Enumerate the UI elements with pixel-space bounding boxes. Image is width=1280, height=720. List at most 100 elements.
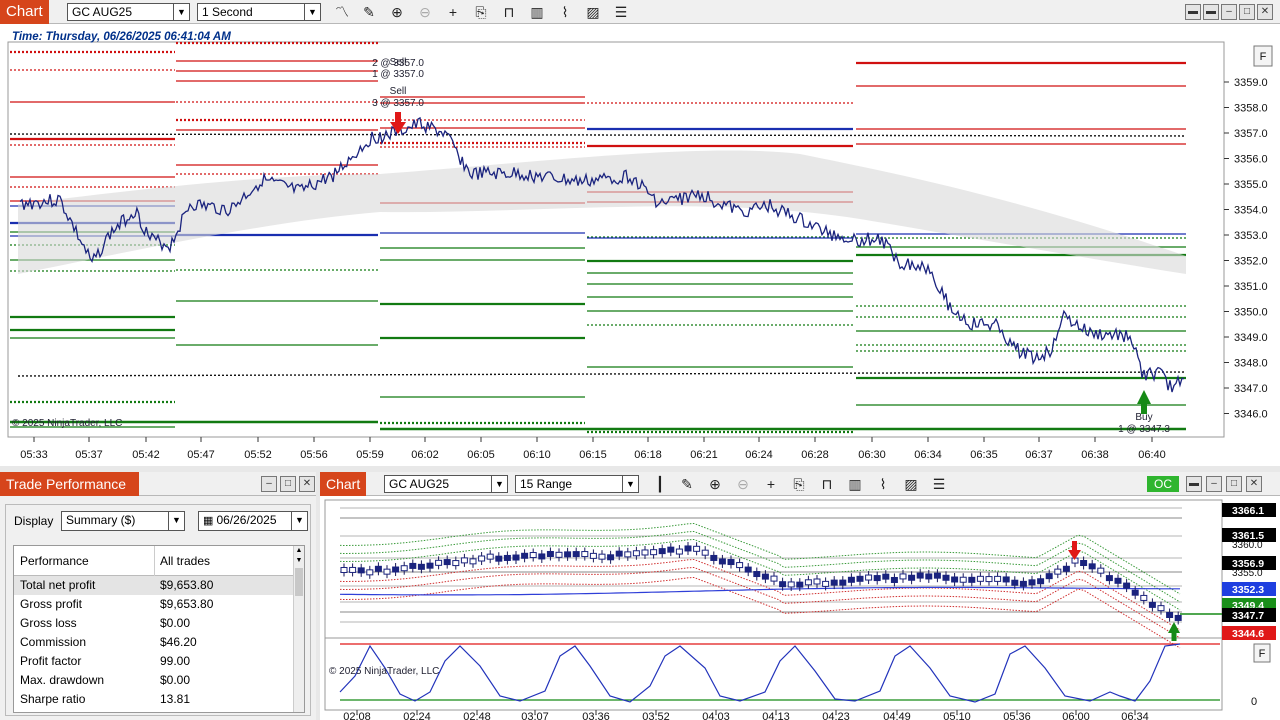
chart-style-icon[interactable]: 〽 <box>333 3 351 21</box>
chart-type-icon[interactable]: ⊓ <box>818 475 836 493</box>
candle-down <box>1131 589 1139 596</box>
trade-performance-window: Trade Performance – □ ✕ Display Summary … <box>0 472 316 720</box>
table-row[interactable]: Profit factor 99.00 <box>14 652 294 671</box>
minimize-button[interactable]: – <box>1221 4 1237 20</box>
candle-down <box>744 566 752 573</box>
col-performance[interactable]: Performance <box>20 554 89 568</box>
scroll-up-icon[interactable]: ▲ <box>294 546 304 556</box>
price-tick-label: 3350.0 <box>1234 307 1268 319</box>
time-tick-label: 06:18 <box>634 449 662 461</box>
time-tick-label: 05:52 <box>244 449 272 461</box>
price-tick-label: 3354.0 <box>1234 205 1268 217</box>
table-row[interactable]: Max. drawdown $0.00 <box>14 671 294 690</box>
date-picker[interactable]: ▦ 06/26/2025 ▼ <box>198 511 308 531</box>
scroll-down-icon[interactable]: ▼ <box>294 556 304 566</box>
close-button[interactable]: ✕ <box>1257 4 1273 20</box>
crosshair-icon[interactable]: + <box>444 3 462 21</box>
top-interval-select[interactable]: 1 Second ▼ <box>197 3 321 21</box>
tile-button[interactable]: ▬ <box>1185 4 1201 20</box>
scroll-thumb[interactable] <box>295 568 303 596</box>
zoom-in-icon[interactable]: ⊕ <box>706 475 724 493</box>
table-scrollbar[interactable]: ▲ ▼ <box>293 546 304 712</box>
display-value: Summary ($) <box>66 513 136 527</box>
candle-up <box>865 574 873 581</box>
bottom-f-button-label: F <box>1259 648 1266 660</box>
oc-button[interactable]: OC <box>1147 476 1179 492</box>
sell-fill-1: 1 @ 3357.0 <box>372 69 424 80</box>
candle-down <box>392 566 400 573</box>
indicators-icon[interactable]: ▥ <box>846 475 864 493</box>
bottom-instrument-select[interactable]: GC AUG25 ▼ <box>384 475 508 493</box>
row-metric: Sharpe ratio <box>20 692 86 706</box>
candle-down <box>796 581 804 588</box>
display-label: Display <box>14 514 54 528</box>
top-chart-tab[interactable]: Chart <box>0 0 49 24</box>
candle-down <box>1166 612 1174 619</box>
properties-list-icon[interactable]: ☰ <box>930 475 948 493</box>
candle-down <box>357 567 365 574</box>
data-box-icon[interactable]: ⎘ <box>790 475 808 493</box>
time-tick-label: 06:00 <box>1062 711 1090 720</box>
indicators-icon[interactable]: ▥ <box>528 3 546 21</box>
time-tick-label: 06:05 <box>467 449 495 461</box>
top-interval-value: 1 Second <box>202 5 253 19</box>
table-row[interactable]: Total net profit $9,653.80 <box>14 576 294 595</box>
candle-down <box>1062 565 1070 572</box>
candle-down <box>1037 578 1045 585</box>
strategies-icon[interactable]: ⌇ <box>556 3 574 21</box>
candle-up <box>787 581 795 588</box>
table-row[interactable]: Sharpe ratio 13.81 <box>14 690 294 709</box>
maximize-button[interactable]: □ <box>1239 4 1255 20</box>
bottom-maximize-button[interactable]: □ <box>1226 476 1242 492</box>
templates-icon[interactable]: ▨ <box>584 3 602 21</box>
candle-down <box>443 559 451 566</box>
candle-up <box>770 575 778 582</box>
link-button[interactable]: ▬ <box>1203 4 1219 20</box>
bottom-tile-button[interactable]: ▬ <box>1186 476 1202 492</box>
candle-up <box>452 560 460 567</box>
candle-down <box>1045 573 1053 580</box>
candle-down <box>718 558 726 565</box>
top-instrument-select[interactable]: GC AUG25 ▼ <box>67 3 190 21</box>
pencil-icon[interactable]: ✎ <box>360 3 378 21</box>
crosshair-icon[interactable]: + <box>762 475 780 493</box>
table-row[interactable]: Gross loss $0.00 <box>14 614 294 633</box>
bottom-price-chart[interactable]: © 2025 NinjaTrader, LLC 3366.13361.53356… <box>320 496 1280 720</box>
time-tick-label: 06:37 <box>1025 449 1053 461</box>
pencil-icon[interactable]: ✎ <box>678 475 696 493</box>
bar-type-icon[interactable]: ┃ <box>651 475 669 493</box>
bar-type-icon[interactable]: ⊓ <box>500 3 518 21</box>
price-tick-label: 3346.0 <box>1234 409 1268 421</box>
properties-list-icon[interactable]: ☰ <box>612 3 630 21</box>
table-row[interactable]: Commission $46.20 <box>14 633 294 652</box>
candle-up <box>675 548 683 555</box>
col-all-trades[interactable]: All trades <box>160 554 210 568</box>
time-tick-label: 06:10 <box>523 449 551 461</box>
zoom-out-icon[interactable]: ⊖ <box>734 475 752 493</box>
oscillator-axis-label: 0 <box>1251 696 1257 708</box>
tp-minimize-button[interactable]: – <box>261 476 277 492</box>
candle-down <box>839 579 847 586</box>
trade-performance-tab[interactable]: Trade Performance <box>0 472 139 496</box>
zoom-out-icon[interactable]: ⊖ <box>416 3 434 21</box>
price-tick-label: 3347.0 <box>1234 383 1268 395</box>
tp-close-button[interactable]: ✕ <box>299 476 315 492</box>
candle-down <box>1123 582 1131 589</box>
display-select[interactable]: Summary ($) ▼ <box>61 511 185 531</box>
strategies-icon[interactable]: ⌇ <box>874 475 892 493</box>
bottom-minimize-button[interactable]: – <box>1206 476 1222 492</box>
time-tick-label: 05:36 <box>1003 711 1031 720</box>
price-badge-label: 3352.3 <box>1232 584 1264 596</box>
bottom-close-button[interactable]: ✕ <box>1246 476 1262 492</box>
bottom-interval-select[interactable]: 15 Range ▼ <box>515 475 639 493</box>
templates-icon[interactable]: ▨ <box>902 475 920 493</box>
tp-maximize-button[interactable]: □ <box>280 476 296 492</box>
data-box-icon[interactable]: ⎘ <box>472 3 490 21</box>
row-metric: Gross loss <box>20 616 77 630</box>
bottom-chart-tab[interactable]: Chart <box>320 472 367 496</box>
top-price-chart[interactable]: Time: Thursday, 06/26/2025 06:41:04 AM 2… <box>0 24 1280 466</box>
zoom-in-icon[interactable]: ⊕ <box>388 3 406 21</box>
row-metric: Gross profit <box>20 597 83 611</box>
time-tick-label: 03:52 <box>642 711 670 720</box>
table-row[interactable]: Gross profit $9,653.80 <box>14 595 294 614</box>
